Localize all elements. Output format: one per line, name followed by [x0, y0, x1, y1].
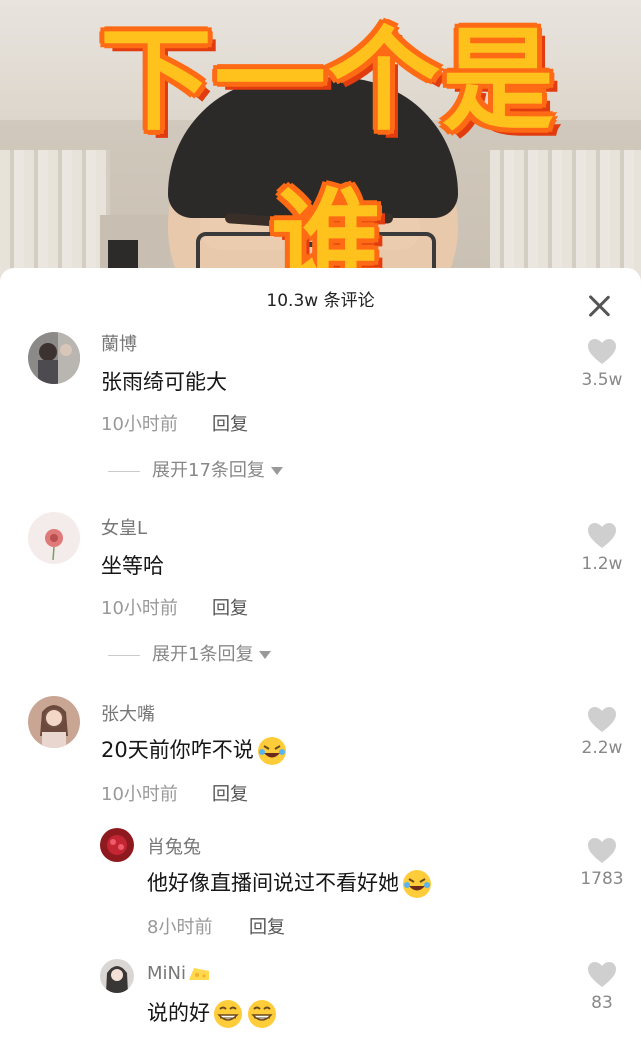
reply-text-content: 说的好	[147, 1001, 210, 1025]
rofl-emoji-icon	[403, 870, 431, 898]
comment-time: 10小时前	[101, 598, 178, 619]
reply-button[interactable]: 回复	[212, 780, 248, 806]
avatar[interactable]	[28, 696, 80, 748]
chevron-down-icon	[259, 651, 272, 659]
comment-sheet: 10.3w 条评论 蘭博 张雨绮可能大 10小时前 回复 3.5w 展开17条回…	[0, 268, 641, 1039]
heart-icon	[588, 838, 616, 863]
reply-text: 他好像直播间说过不看好她	[147, 867, 433, 900]
comment-text-content: 20天前你咋不说	[101, 738, 254, 762]
expand-replies-button[interactable]: 展开1条回复	[108, 640, 272, 666]
comment-text: 张雨绮可能大	[101, 370, 227, 394]
comment-time: 10小时前	[101, 414, 178, 435]
heart-icon	[588, 523, 616, 548]
close-icon[interactable]	[585, 292, 613, 320]
comment-username[interactable]: 张大嘴	[101, 700, 155, 726]
comment-username[interactable]: 女皇L	[101, 514, 147, 540]
grin-emoji-icon	[248, 1000, 276, 1028]
reply-username-text: MiNi	[147, 963, 186, 984]
reply-button[interactable]: 回复	[249, 913, 285, 939]
comment-username[interactable]: 蘭博	[101, 330, 137, 356]
like-count: 3.5w	[581, 370, 623, 390]
reply-time: 8小时前	[147, 917, 213, 938]
expand-replies-button[interactable]: 展开17条回复	[108, 456, 283, 482]
reply-text-content: 他好像直播间说过不看好她	[147, 871, 399, 895]
comment-time: 10小时前	[101, 784, 178, 805]
like-count: 2.2w	[581, 738, 623, 758]
grin-emoji-icon	[214, 1000, 242, 1028]
video-background[interactable]: 下一个是谁	[0, 0, 641, 290]
like-count: 1.2w	[581, 554, 623, 574]
divider-line	[108, 470, 140, 472]
comment-sheet-header: 10.3w 条评论	[0, 268, 641, 328]
expand-replies-label: 展开1条回复	[152, 644, 254, 665]
heart-icon	[588, 339, 616, 364]
avatar[interactable]	[28, 332, 80, 384]
avatar[interactable]	[28, 512, 80, 564]
comment-text: 坐等哈	[101, 554, 164, 578]
reply-text: 说的好	[147, 997, 278, 1030]
comment-count: 10.3w 条评论	[266, 291, 375, 311]
like-count: 1783	[580, 869, 624, 889]
heart-icon	[588, 707, 616, 732]
chevron-down-icon	[270, 467, 283, 475]
like-count: 83	[591, 993, 613, 1013]
reply-username[interactable]: 肖兔兔	[147, 833, 201, 859]
rofl-emoji-icon	[257, 737, 286, 765]
comment-text: 20天前你咋不说	[101, 734, 288, 767]
divider-line	[108, 654, 140, 656]
avatar[interactable]	[100, 828, 134, 862]
video-overlay-title: 下一个是谁	[100, 16, 556, 290]
expand-replies-label: 展开17条回复	[152, 460, 265, 481]
reply-button[interactable]: 回复	[212, 410, 248, 436]
reply-button[interactable]: 回复	[212, 594, 248, 620]
cheese-icon	[189, 968, 209, 980]
avatar[interactable]	[100, 959, 134, 993]
reply-username[interactable]: MiNi	[147, 963, 210, 984]
heart-icon	[588, 962, 616, 987]
